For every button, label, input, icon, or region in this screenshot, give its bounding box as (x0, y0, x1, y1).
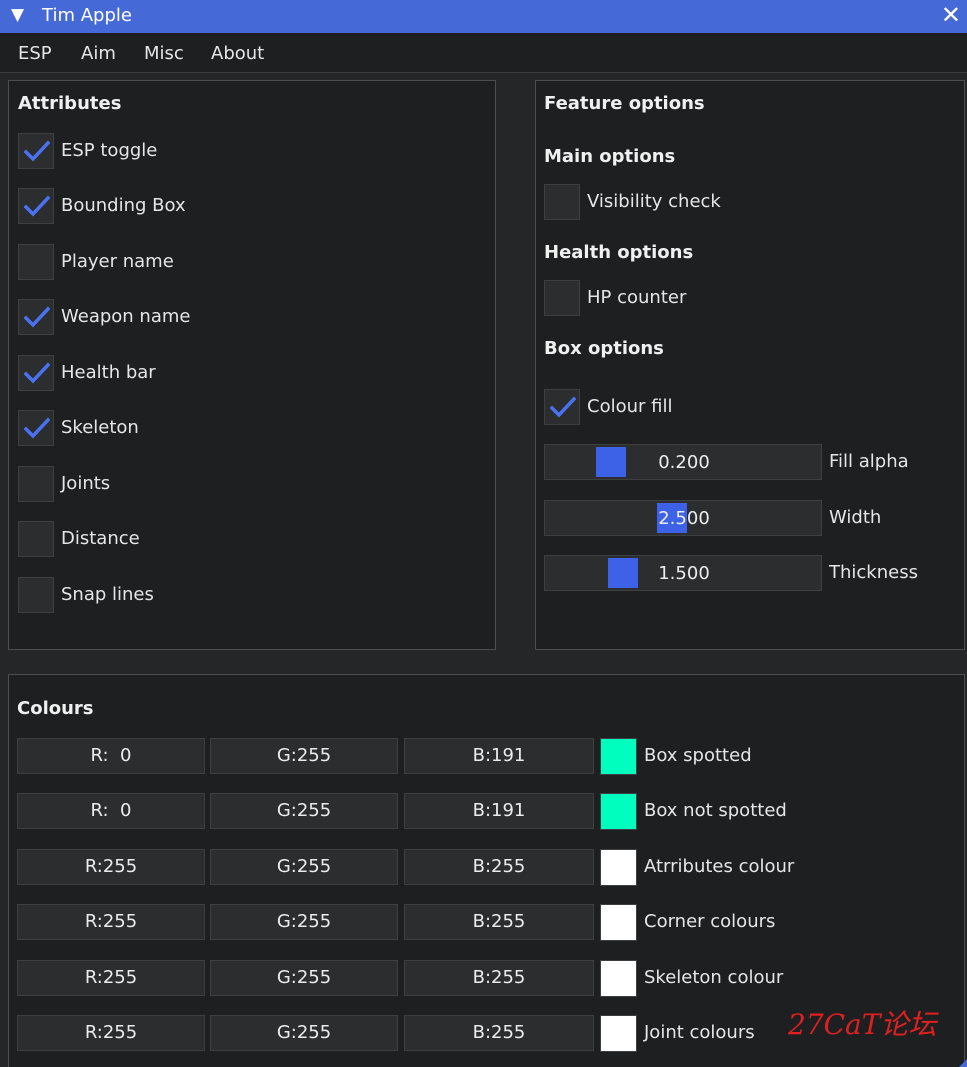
box-spotted-label: Box spotted (644, 745, 752, 766)
menu-bar: ESP Aim Misc About (0, 33, 967, 73)
attributes-colour-r-input[interactable]: R:255 (17, 849, 205, 885)
cheat-menu-window: ▼ Tim Apple ✕ ESP Aim Misc About Attribu… (0, 0, 967, 1067)
window-title: Tim Apple (42, 5, 132, 26)
colour-row-corner: R:255 G:255 B:255 Corner colours (17, 904, 957, 941)
distance-checkbox[interactable] (18, 521, 54, 557)
skeleton-colour-g-input[interactable]: G:255 (210, 960, 398, 996)
width-label: Width (829, 507, 882, 528)
player-name-label: Player name (61, 251, 174, 272)
distance-label: Distance (61, 528, 140, 549)
health-bar-checkbox[interactable] (18, 355, 54, 391)
joint-colours-swatch[interactable] (600, 1015, 637, 1052)
attributes-colour-g-input[interactable]: G:255 (210, 849, 398, 885)
bounding-box-label: Bounding Box (61, 195, 186, 216)
box-options-heading: Box options (544, 338, 664, 359)
skeleton-label: Skeleton (61, 417, 139, 438)
joint-colours-label: Joint colours (644, 1022, 755, 1043)
checkmark-icon (24, 362, 50, 384)
attributes-colour-swatch[interactable] (600, 849, 637, 886)
joint-colours-b-input[interactable]: B:255 (404, 1015, 594, 1051)
checkmark-icon (24, 306, 50, 328)
colour-fill-label: Colour fill (587, 396, 673, 417)
fill-alpha-value: 0.200 (658, 452, 710, 473)
menu-misc[interactable]: Misc (144, 43, 184, 65)
checkmark-icon (24, 195, 50, 217)
main-options-heading: Main options (544, 146, 676, 167)
player-name-checkbox[interactable] (18, 244, 54, 280)
resize-grip-icon[interactable] (959, 1059, 967, 1067)
collapse-arrow-icon[interactable]: ▼ (11, 4, 24, 26)
feature-options-panel: Feature options Main options Visibility … (535, 80, 965, 650)
menu-about[interactable]: About (211, 43, 264, 65)
skeleton-colour-label: Skeleton colour (644, 967, 784, 988)
corner-colours-b-input[interactable]: B:255 (404, 904, 594, 940)
colour-fill-checkbox[interactable] (544, 389, 580, 425)
attributes-panel: Attributes ESP toggle Bounding Box Playe… (8, 80, 496, 650)
attributes-colour-label: Atrributes colour (644, 856, 795, 877)
checkmark-icon (24, 417, 50, 439)
snap-lines-checkbox[interactable] (18, 577, 54, 613)
thickness-value: 1.500 (658, 563, 710, 584)
fill-alpha-slider[interactable]: 0.200 (544, 444, 822, 480)
checkmark-icon (550, 396, 576, 418)
attributes-heading: Attributes (18, 93, 122, 114)
box-spotted-g-input[interactable]: G:255 (210, 738, 398, 774)
snap-lines-label: Snap lines (61, 584, 154, 605)
box-not-spotted-r-input[interactable]: R: 0 (17, 793, 205, 829)
thickness-label: Thickness (829, 562, 918, 583)
corner-colours-r-input[interactable]: R:255 (17, 904, 205, 940)
visibility-check-label: Visibility check (587, 191, 721, 212)
fill-alpha-label: Fill alpha (829, 451, 909, 472)
box-not-spotted-swatch[interactable] (600, 793, 637, 830)
esp-toggle-label: ESP toggle (61, 140, 158, 161)
health-bar-label: Health bar (61, 362, 156, 383)
corner-colours-label: Corner colours (644, 911, 776, 932)
corner-colours-swatch[interactable] (600, 904, 637, 941)
width-value: 2.500 (658, 508, 710, 529)
visibility-check-checkbox[interactable] (544, 184, 580, 220)
box-not-spotted-label: Box not spotted (644, 800, 787, 821)
weapon-name-checkbox[interactable] (18, 299, 54, 335)
box-spotted-b-input[interactable]: B:191 (404, 738, 594, 774)
weapon-name-label: Weapon name (61, 306, 191, 327)
colours-heading: Colours (17, 698, 94, 719)
health-options-heading: Health options (544, 242, 694, 263)
menu-aim[interactable]: Aim (81, 43, 116, 65)
skeleton-checkbox[interactable] (18, 410, 54, 446)
title-bar[interactable]: ▼ Tim Apple ✕ (0, 0, 967, 33)
checkmark-icon (24, 140, 50, 162)
hp-counter-label: HP counter (587, 287, 687, 308)
attributes-colour-b-input[interactable]: B:255 (404, 849, 594, 885)
joints-checkbox[interactable] (18, 466, 54, 502)
menu-esp[interactable]: ESP (18, 43, 52, 65)
colour-row-box-spotted: R: 0 G:255 B:191 Box spotted (17, 738, 957, 775)
feature-options-heading: Feature options (544, 93, 705, 114)
colour-row-box-not-spotted: R: 0 G:255 B:191 Box not spotted (17, 793, 957, 830)
box-spotted-r-input[interactable]: R: 0 (17, 738, 205, 774)
skeleton-colour-swatch[interactable] (600, 960, 637, 997)
watermark-text: 27CaT论坛 (788, 1008, 937, 1041)
box-not-spotted-b-input[interactable]: B:191 (404, 793, 594, 829)
box-spotted-swatch[interactable] (600, 738, 637, 775)
box-not-spotted-g-input[interactable]: G:255 (210, 793, 398, 829)
esp-toggle-checkbox[interactable] (18, 133, 54, 169)
bounding-box-checkbox[interactable] (18, 188, 54, 224)
width-slider[interactable]: 2.500 (544, 500, 822, 536)
thickness-slider[interactable]: 1.500 (544, 555, 822, 591)
skeleton-colour-r-input[interactable]: R:255 (17, 960, 205, 996)
joint-colours-r-input[interactable]: R:255 (17, 1015, 205, 1051)
colour-row-skeleton: R:255 G:255 B:255 Skeleton colour (17, 960, 957, 997)
skeleton-colour-b-input[interactable]: B:255 (404, 960, 594, 996)
corner-colours-g-input[interactable]: G:255 (210, 904, 398, 940)
hp-counter-checkbox[interactable] (544, 280, 580, 316)
joint-colours-g-input[interactable]: G:255 (210, 1015, 398, 1051)
colour-row-attributes: R:255 G:255 B:255 Atrributes colour (17, 849, 957, 886)
close-icon[interactable]: ✕ (941, 2, 961, 28)
joints-label: Joints (61, 473, 111, 494)
